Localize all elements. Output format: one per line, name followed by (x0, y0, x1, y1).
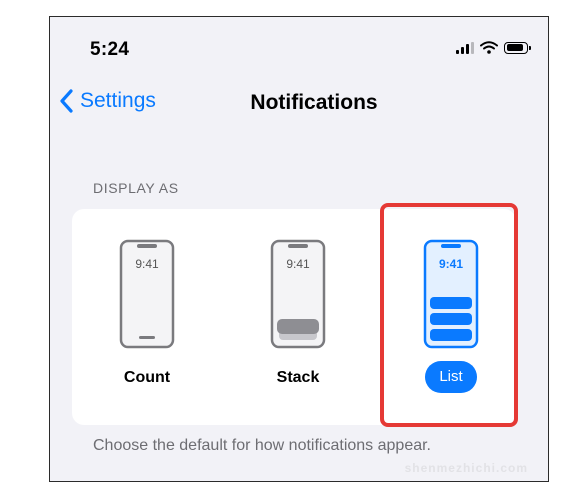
count-phone-time: 9:41 (135, 257, 159, 271)
status-icons (456, 41, 531, 54)
stack-phone-time: 9:41 (286, 257, 310, 271)
option-count-label: Count (123, 369, 171, 386)
section-header: DISPLAY AS (93, 180, 179, 196)
cellular-signal-icon (456, 41, 474, 54)
battery-icon (504, 41, 531, 54)
option-stack[interactable]: 9:41 Stack (248, 239, 348, 409)
option-count[interactable]: 9:41 Count (97, 239, 197, 409)
settings-screen: 5:24 Settings Notifications DISPLAY AS 9… (49, 16, 549, 482)
count-phone-icon: 9:41 (119, 239, 175, 349)
page-title: Notifications (250, 91, 378, 114)
watermark: shenmezhichi.com (404, 461, 528, 475)
stack-phone-icon: 9:41 (270, 239, 326, 349)
status-time: 5:24 (90, 39, 130, 60)
selection-highlight (380, 203, 518, 427)
section-footer: Choose the default for how notifications… (93, 437, 431, 454)
option-stack-label: Stack (276, 369, 320, 386)
wifi-icon (480, 41, 498, 54)
